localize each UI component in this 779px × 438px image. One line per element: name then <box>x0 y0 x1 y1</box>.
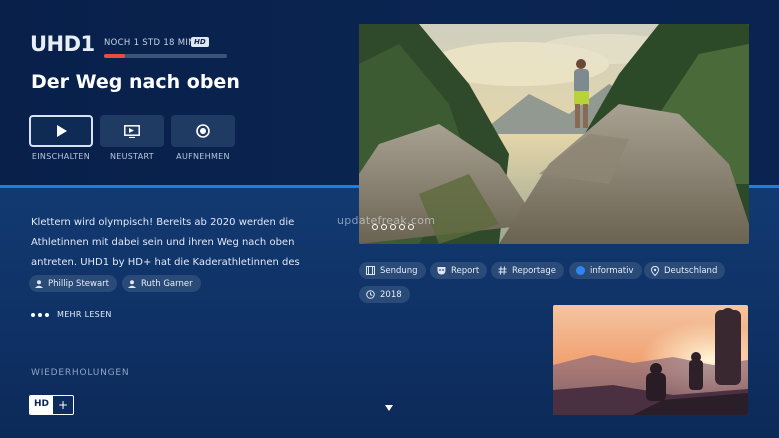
person-chip-1[interactable]: Phillip Stewart <box>29 275 118 292</box>
progress-bar <box>104 54 227 58</box>
sunset-climbers-image <box>553 305 748 415</box>
section-title-repeats: WIEDERHOLUNGEN <box>31 368 130 378</box>
record-icon <box>196 124 210 138</box>
neustart-button[interactable] <box>100 115 164 147</box>
dot-icon <box>576 266 585 275</box>
person-chip-2[interactable]: Ruth Garner <box>122 275 201 292</box>
person-icon <box>128 279 136 288</box>
mountain-landscape-image <box>359 24 749 244</box>
program-description: Klettern wird olympisch! Bereits ab 2020… <box>31 217 300 268</box>
restart-icon <box>124 124 140 138</box>
hdplus-plus: + <box>58 398 69 412</box>
progress-fill <box>104 54 125 58</box>
aufnehmen-label: AUFNEHMEN <box>176 152 230 161</box>
repeat-thumbnail[interactable] <box>553 305 748 415</box>
film-icon <box>366 266 375 275</box>
program-title: Der Weg nach oben <box>31 71 240 93</box>
person-name: Phillip Stewart <box>48 278 110 289</box>
location-icon <box>651 265 659 276</box>
hero-image <box>359 24 749 244</box>
carousel-dot[interactable] <box>408 224 414 230</box>
read-more-label: MEHR LESEN <box>57 310 112 319</box>
hash-icon <box>498 266 507 275</box>
mask-icon <box>437 267 446 275</box>
tag-reportage[interactable]: Reportage <box>491 262 565 279</box>
tag-deutschland[interactable]: Deutschland <box>644 262 726 279</box>
hdplus-logo: HD + <box>29 395 75 415</box>
more-dots-icon <box>31 312 49 317</box>
tag-year[interactable]: 2018 <box>359 286 410 303</box>
hd-badge: HD <box>191 37 209 47</box>
carousel-dots[interactable] <box>372 224 414 230</box>
einschalten-label: EINSCHALTEN <box>31 152 91 161</box>
tag-sendung[interactable]: Sendung <box>359 262 426 279</box>
tag-informativ[interactable]: informativ <box>569 262 642 279</box>
read-more-button[interactable]: MEHR LESEN <box>31 310 112 319</box>
carousel-dot[interactable] <box>390 224 396 230</box>
scroll-down-icon[interactable] <box>385 405 393 411</box>
channel-logo: UHD1 <box>30 32 95 56</box>
carousel-dot[interactable] <box>399 224 405 230</box>
carousel-dot[interactable] <box>381 224 387 230</box>
hdplus-hd: HD <box>30 396 54 414</box>
carousel-dot[interactable] <box>372 224 378 230</box>
aufnehmen-button[interactable] <box>171 115 235 147</box>
person-icon <box>35 279 43 288</box>
neustart-label: NEUSTART <box>110 152 154 161</box>
tag-report[interactable]: Report <box>430 262 488 279</box>
remaining-time: NOCH 1 STD 18 MIN <box>104 38 195 48</box>
person-name: Ruth Garner <box>141 278 193 289</box>
play-icon <box>57 125 67 137</box>
einschalten-button[interactable] <box>29 115 93 147</box>
clock-icon <box>366 290 375 299</box>
